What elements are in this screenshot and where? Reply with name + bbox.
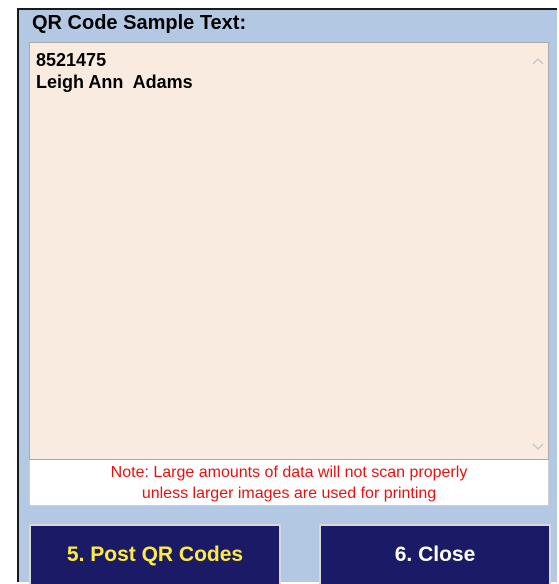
data-size-note: Note: Large amounts of data will not sca… — [29, 460, 549, 506]
note-line-2: unless larger images are used for printi… — [141, 485, 437, 502]
close-button[interactable]: 6. Close — [319, 524, 551, 584]
qr-code-sample-text-label: QR Code Sample Text: — [32, 12, 247, 34]
qr-code-sample-text-value[interactable]: 8521475 Leigh Ann Adams — [36, 49, 524, 455]
vertical-scrollbar[interactable] — [528, 43, 548, 459]
qr-code-sample-textarea[interactable]: 8521475 Leigh Ann Adams — [29, 42, 549, 460]
note-line-1: Note: Large amounts of data will not sca… — [110, 464, 468, 481]
qr-code-panel: QR Code Sample Text: 8521475 Leigh Ann A… — [17, 8, 557, 584]
chevron-down-icon[interactable] — [528, 437, 548, 457]
chevron-up-icon[interactable] — [528, 51, 548, 71]
post-qr-codes-button[interactable]: 5. Post QR Codes — [29, 524, 281, 584]
